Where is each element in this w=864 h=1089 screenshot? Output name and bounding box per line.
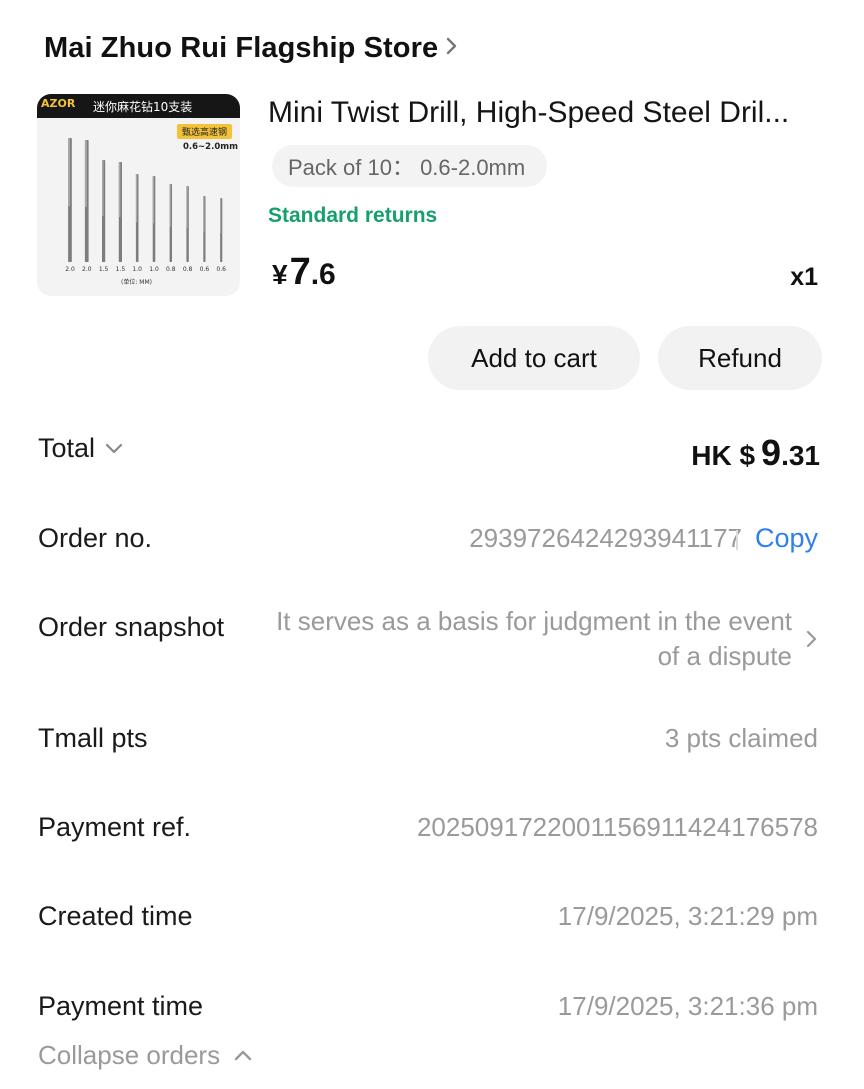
drill-size-label: 0.6 (200, 266, 210, 273)
created-time-value: 17/9/2025, 3:21:29 pm (557, 901, 818, 931)
product-image[interactable]: AZOR 迷你麻花钻10支装 甄选高速钢 0.6~2.0mm 2.0 2.0 1.5… (37, 94, 240, 296)
add-to-cart-button[interactable]: Add to cart (428, 326, 640, 390)
refund-button[interactable]: Refund (658, 326, 822, 390)
copy-order-no-link[interactable]: Copy (755, 523, 818, 554)
drill-size-label: 0.8 (166, 266, 176, 273)
payment-time-value: 17/9/2025, 3:21:36 pm (557, 991, 818, 1021)
drill-bit-flute (118, 162, 121, 217)
store-name: Mai Zhuo Rui Flagship Store (44, 31, 439, 64)
returns-policy: Standard returns (268, 204, 438, 227)
tmall-pts-value: 3 pts claimed (664, 723, 818, 753)
drill-bit-flute (84, 140, 87, 208)
drill-size-label: 1.5 (99, 266, 109, 273)
divider (736, 530, 738, 550)
total-label: Total (38, 433, 96, 463)
collapse-orders-label: Collapse orders (38, 1040, 221, 1070)
price-currency: ¥ (272, 259, 288, 290)
total-currency: HK $ (691, 440, 756, 471)
total-integer: 9 (761, 432, 782, 473)
chevron-right-icon[interactable] (806, 629, 818, 654)
price-integer: 7 (289, 251, 311, 293)
total-toggle[interactable]: Total (38, 433, 123, 464)
drill-size-label: 0.6 (216, 266, 226, 273)
order-snapshot-value[interactable]: It serves as a basis for judgment in the… (252, 604, 792, 674)
drill-bit-flute (169, 184, 171, 227)
payment-ref-label: Payment ref. (38, 812, 192, 842)
total-amount: HK $ 9 .31 (691, 432, 820, 474)
drill-size-label: 1.5 (116, 266, 126, 273)
drill-size-label: 1.0 (149, 266, 159, 273)
price-decimal: .6 (310, 258, 336, 291)
drill-size-label: 1.0 (132, 266, 142, 273)
drill-bit-flute (152, 176, 154, 224)
product-image-unit: (单位: MM) (121, 279, 152, 286)
chevron-right-icon (446, 36, 458, 61)
drill-bit-flute (203, 196, 205, 233)
drill-size-label: 0.8 (183, 266, 193, 273)
store-header[interactable]: Mai Zhuo Rui Flagship Store (44, 26, 458, 70)
quantity: x1 (790, 263, 818, 291)
chevron-down-icon (105, 442, 123, 460)
tmall-pts-label: Tmall pts (38, 723, 148, 753)
order-no-label: Order no. (38, 523, 153, 553)
collapse-orders-toggle[interactable]: Collapse orders (38, 1040, 252, 1071)
drill-bit-flute (220, 198, 222, 234)
sku-variant-chip[interactable]: Pack of 10： 0.6-2.0mm (272, 145, 548, 187)
drill-size-label: 2.0 (65, 266, 75, 273)
drill-bit-flute (68, 138, 70, 207)
drill-bits-illustration: 2.0 2.0 1.5 1.5 1.0 1.0 0.8 0.8 0.6 0.6 (65, 138, 226, 273)
order-snapshot-label: Order snapshot (38, 612, 225, 642)
total-decimal: .31 (781, 440, 820, 471)
chevron-up-icon (234, 1048, 252, 1066)
drill-bit-flute (135, 174, 138, 223)
payment-time-label: Payment time (38, 991, 204, 1021)
drill-bit-flute (186, 186, 188, 228)
product-price: ¥ 7 .6 (272, 251, 336, 294)
drill-bit-flute (102, 160, 104, 217)
payment-ref-value: 2025091722001156911424176578 (416, 812, 818, 842)
created-time-label: Created time (38, 901, 193, 931)
order-no-value: 2939726424293941177 (469, 523, 742, 553)
product-title[interactable]: Mini Twist Drill, High-Speed Steel Dril.… (268, 96, 789, 130)
drill-size-label: 2.0 (82, 266, 92, 273)
